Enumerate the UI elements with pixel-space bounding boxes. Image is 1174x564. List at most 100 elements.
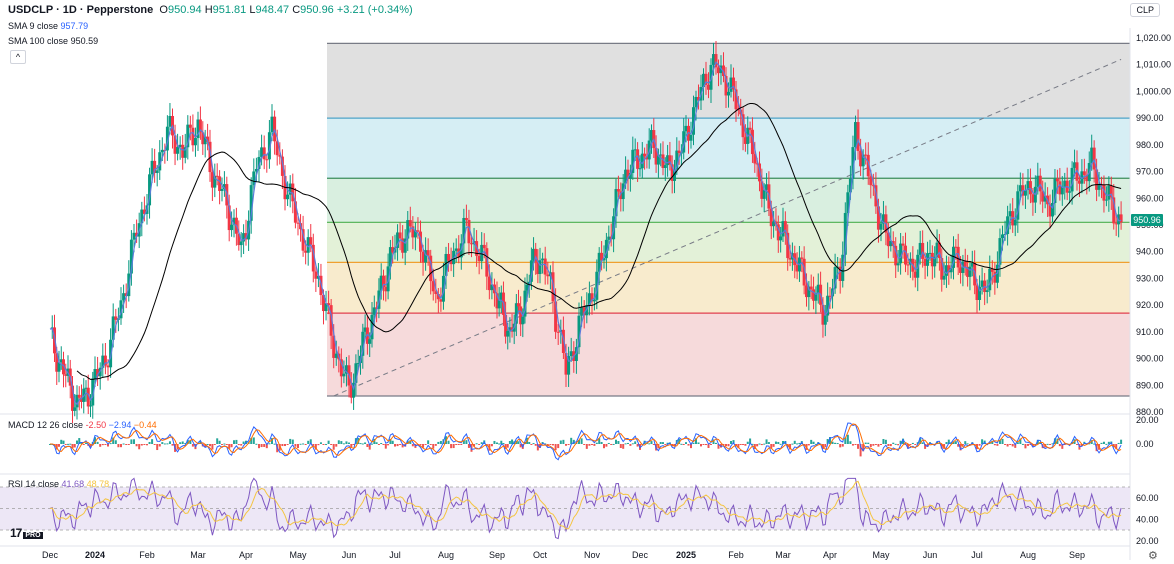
- macd-legend[interactable]: MACD 12 26 close -2.50 −2.94 −0.44: [8, 420, 157, 430]
- collapse-legend-button[interactable]: ^: [10, 50, 26, 64]
- macd-hist-bar: [511, 439, 514, 444]
- candle-body: [643, 153, 647, 157]
- macd-hist-bar: [96, 441, 99, 444]
- macd-hist-bar: [966, 443, 969, 445]
- macd-hist-value: -2.50: [85, 420, 107, 430]
- macd-hist-bar: [218, 440, 221, 444]
- macd-hist-bar: [99, 444, 102, 447]
- macd-hist-bar: [612, 443, 615, 445]
- macd-hist-bar: [610, 444, 613, 445]
- symbol-title[interactable]: USDCLP · 1D · Pepperstone: [8, 4, 153, 16]
- price-tick-1: 1,010.00: [1136, 60, 1171, 70]
- time-tick-16: Apr: [823, 550, 837, 560]
- candle-body: [1038, 175, 1042, 192]
- macd-hist-bar: [664, 444, 667, 445]
- macd-hist-bar: [559, 440, 562, 444]
- candle-body: [77, 394, 81, 398]
- candle-body: [1104, 199, 1108, 201]
- price-tick-5: 970.00: [1136, 167, 1164, 177]
- macd-hist-bar: [872, 444, 875, 446]
- macd-hist-bar: [585, 444, 588, 449]
- macd-hist-bar: [235, 439, 238, 444]
- candle-body: [265, 159, 269, 161]
- macd-hist-bar: [340, 441, 343, 444]
- macd-hist-bar: [567, 444, 570, 445]
- macd-hist-bar: [705, 444, 707, 446]
- macd-hist-bar: [807, 444, 810, 446]
- macd-hist-bar: [685, 442, 687, 444]
- macd-hist-bar: [179, 442, 182, 444]
- rsi-value: 41.68: [61, 479, 85, 489]
- candle-body: [477, 255, 481, 262]
- candle-body: [823, 315, 827, 325]
- macd-hist-bar: [237, 444, 240, 446]
- macd-hist-bar: [894, 443, 897, 445]
- macd-hist-bar: [700, 444, 702, 447]
- candle-body: [220, 189, 224, 191]
- macd-hist-bar: [954, 441, 957, 444]
- macd-hist-bar: [767, 442, 770, 444]
- open-label: O: [159, 4, 168, 16]
- macd-hist-bar: [810, 439, 813, 444]
- candle-body: [270, 116, 274, 133]
- tradingview-logo[interactable]: 17 PRO: [10, 526, 43, 540]
- currency-button[interactable]: CLP: [1130, 3, 1160, 17]
- chevron-up-icon: ^: [15, 52, 21, 62]
- macd-hist-bar: [854, 444, 857, 445]
- macd-hist-bar: [588, 444, 591, 446]
- macd-hist-bar: [580, 438, 583, 444]
- macd-hist-bar: [60, 439, 63, 444]
- gear-icon[interactable]: ⚙: [1148, 549, 1158, 562]
- candle-body: [309, 237, 313, 245]
- time-tick-1: 2024: [85, 550, 105, 560]
- macd-hist-bar: [1001, 438, 1004, 444]
- macd-hist-bar: [557, 444, 560, 449]
- macd-hist-bar: [291, 439, 294, 444]
- macd-hist-bar: [382, 444, 385, 445]
- sma9-legend[interactable]: SMA 9 close 957.79: [8, 21, 88, 31]
- macd-hist-bar: [892, 442, 895, 444]
- macd-hist-bar: [317, 444, 320, 446]
- rsi-legend[interactable]: RSI 14 close 41.68 48.78: [8, 479, 109, 489]
- candle-body: [779, 236, 783, 241]
- macd-hist-bar: [593, 444, 596, 446]
- macd-hist-bar: [153, 444, 156, 445]
- macd-hist-bar: [304, 444, 307, 445]
- chart-canvas[interactable]: 1,020.00 1,010.00 1,000.00 990.00 980.00 970.…: [0, 0, 1174, 564]
- sma100-legend[interactable]: SMA 100 close 950.59: [8, 36, 98, 46]
- sma100-value: 950.59: [70, 36, 99, 46]
- macd-hist-bar: [82, 444, 85, 445]
- macd-hist-bar: [361, 443, 364, 445]
- macd-hist-bar: [777, 441, 780, 444]
- macd-hist-bar: [366, 444, 369, 448]
- candle-body: [556, 331, 560, 333]
- candle-body: [1028, 181, 1032, 195]
- macd-hist-bar: [117, 444, 120, 448]
- macd-hist-bar: [605, 444, 608, 447]
- macd-hist-bar: [1021, 443, 1024, 445]
- macd-hist-bar: [911, 442, 914, 444]
- macd-hist-bar: [437, 441, 440, 444]
- macd-hist-bar: [824, 444, 827, 448]
- time-tick-14: Feb: [728, 550, 744, 560]
- candle-body: [262, 147, 266, 160]
- candle-body: [304, 250, 308, 253]
- macd-hist-bar: [478, 444, 481, 445]
- macd-hist-bar: [348, 442, 350, 444]
- time-tick-17: May: [872, 550, 890, 560]
- close-label: C: [292, 4, 301, 16]
- macd-hist-bar: [851, 444, 854, 446]
- candle-body: [1018, 185, 1022, 192]
- macd-hist-bar: [258, 444, 260, 449]
- candle-body: [416, 230, 420, 232]
- macd-tick-0: 20.00: [1136, 415, 1159, 425]
- macd-hist-bar: [233, 440, 235, 444]
- time-tick-5: May: [289, 550, 307, 560]
- candle-body: [188, 124, 192, 128]
- macd-hist-bar: [166, 443, 169, 445]
- macd-hist-bar: [793, 440, 796, 444]
- macd-hist-bar: [1117, 442, 1120, 444]
- price-tick-6: 960.00: [1136, 193, 1164, 203]
- macd-hist-bar: [502, 443, 505, 445]
- open-value: 950.94: [167, 4, 202, 16]
